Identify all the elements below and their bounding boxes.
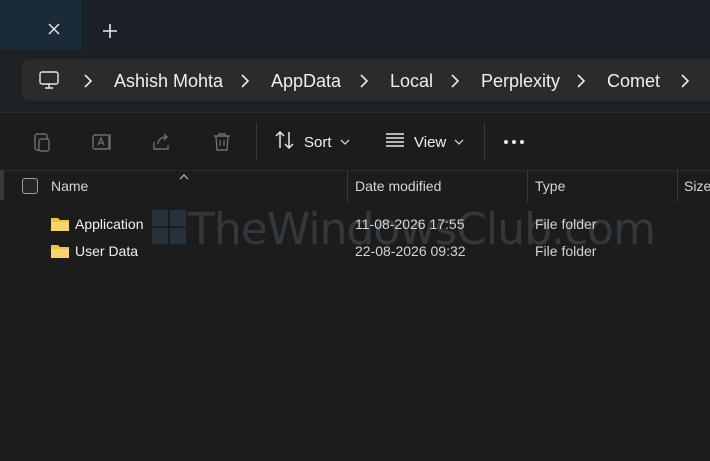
- column-separator[interactable]: [347, 170, 348, 202]
- breadcrumb-chevron-icon[interactable]: [239, 73, 251, 89]
- breadcrumb-chevron-icon[interactable]: [449, 73, 461, 89]
- sort-icon: [274, 129, 296, 156]
- command-divider: [256, 123, 257, 161]
- chevron-down-icon: [454, 133, 464, 151]
- column-header-size[interactable]: Size: [684, 178, 710, 195]
- sort-ascending-icon: [178, 168, 190, 180]
- this-pc-icon[interactable]: [38, 70, 60, 90]
- column-header-name[interactable]: Name: [51, 178, 88, 195]
- file-date-modified: 22-08-2026 09:32: [355, 243, 466, 259]
- command-divider: [484, 123, 485, 161]
- rename-icon[interactable]: [90, 130, 114, 154]
- close-icon[interactable]: [42, 17, 66, 41]
- share-icon[interactable]: [150, 130, 174, 154]
- breadcrumb-item[interactable]: Perplexity: [481, 70, 560, 92]
- pane-edge: [0, 170, 4, 200]
- sort-button[interactable]: Sort: [274, 128, 350, 156]
- breadcrumb-chevron-icon[interactable]: [82, 73, 94, 89]
- view-icon: [384, 129, 406, 156]
- delete-icon[interactable]: [210, 130, 234, 154]
- select-all-checkbox[interactable]: [22, 178, 38, 194]
- column-header-date-modified[interactable]: Date modified: [355, 178, 441, 195]
- file-type: File folder: [535, 216, 597, 232]
- file-name[interactable]: User Data: [75, 243, 138, 260]
- breadcrumb-chevron-icon[interactable]: [358, 73, 370, 89]
- sort-label: Sort: [304, 133, 332, 151]
- file-name[interactable]: Application: [75, 216, 144, 233]
- breadcrumb-item[interactable]: Comet: [607, 70, 660, 92]
- more-icon[interactable]: [502, 130, 526, 154]
- view-button[interactable]: View: [384, 128, 464, 156]
- column-separator[interactable]: [527, 170, 528, 202]
- breadcrumb-item[interactable]: Local: [390, 70, 433, 92]
- file-type: File folder: [535, 243, 597, 259]
- folder-icon: [50, 216, 70, 232]
- file-row[interactable]: Application 11-08-2026 17:55 File folder: [0, 212, 710, 238]
- breadcrumb-item[interactable]: AppData: [271, 70, 341, 92]
- view-label: View: [414, 133, 447, 151]
- breadcrumb-chevron-icon[interactable]: [679, 73, 691, 89]
- folder-icon: [50, 243, 70, 259]
- chevron-down-icon: [340, 133, 350, 151]
- breadcrumb-chevron-icon[interactable]: [575, 73, 587, 89]
- file-row[interactable]: User Data 22-08-2026 09:32 File folder: [0, 239, 710, 265]
- plus-icon[interactable]: [98, 19, 122, 43]
- active-tab[interactable]: [0, 0, 82, 50]
- copy-icon[interactable]: [30, 130, 54, 154]
- breadcrumb-item[interactable]: Ashish Mohta: [114, 70, 223, 92]
- file-date-modified: 11-08-2026 17:55: [355, 216, 465, 232]
- column-header-type[interactable]: Type: [535, 178, 565, 195]
- column-separator[interactable]: [677, 170, 678, 202]
